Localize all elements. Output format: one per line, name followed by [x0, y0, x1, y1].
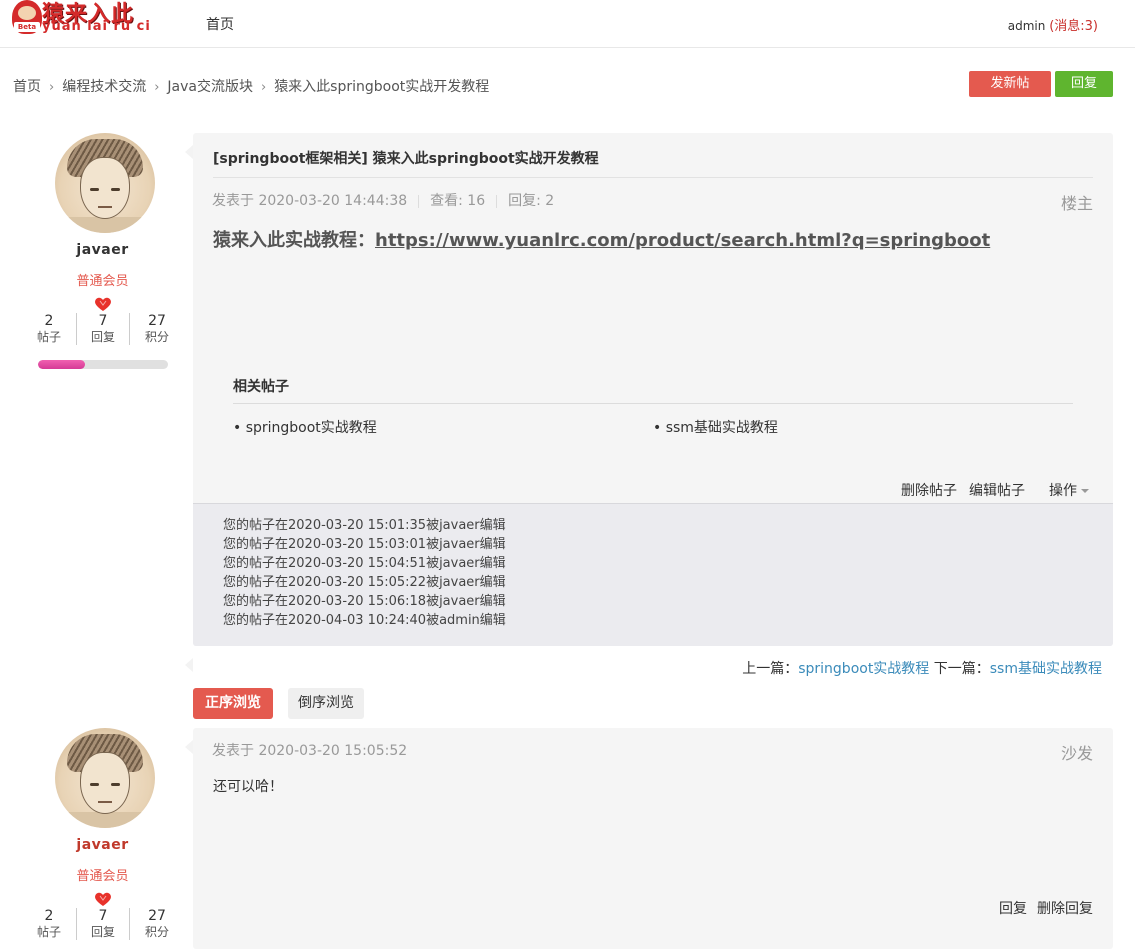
new-post-button[interactable]: 发新帖: [969, 71, 1051, 97]
reply-content: 还可以哈！: [213, 779, 283, 795]
floor-label: 沙发: [1060, 744, 1093, 763]
next-post-link[interactable]: ssm基础实战教程: [990, 661, 1102, 677]
sort-desc-button[interactable]: 倒序浏览: [288, 688, 364, 719]
heart-icon: [95, 297, 111, 311]
user-name-link[interactable]: admin: [1008, 19, 1046, 33]
user-area: admin (消息:3): [1008, 15, 1098, 34]
site-logo[interactable]: Beta 猿来入此 yuan lai ru ci: [12, 0, 152, 36]
stat-posts[interactable]: 2 帖子: [22, 908, 76, 940]
breadcrumb-current: 猿来入此springboot实战开发教程: [274, 79, 490, 95]
reply-author-name[interactable]: javaer: [0, 837, 205, 853]
post-meta: 发表于 2020-03-20 14:44:38 查看: 16 回复: 2: [212, 190, 554, 210]
related-post-link[interactable]: • springboot实战教程: [233, 417, 377, 437]
beta-badge: Beta: [14, 22, 40, 32]
post-title: [springboot框架相关] 猿来入此springboot实战开发教程: [213, 151, 599, 167]
post-replies: 回复: 2: [508, 193, 555, 209]
divider: [233, 403, 1073, 404]
avatar[interactable]: [55, 133, 155, 233]
panel-pointer: [185, 145, 193, 159]
post-time: 发表于 2020-03-20 14:44:38: [212, 193, 408, 209]
breadcrumb-separator: ›: [49, 80, 55, 95]
breadcrumb-home[interactable]: 首页: [13, 79, 41, 95]
stat-points[interactable]: 27 积分: [130, 908, 184, 940]
edit-log-entry: 您的帖子在2020-03-20 15:01:35被javaer编辑: [223, 518, 506, 533]
content-link[interactable]: https://www.yuanlrc.com/product/search.h…: [375, 230, 990, 251]
content-label: 猿来入此实战教程：: [213, 230, 375, 251]
logo-mascot-icon: Beta: [12, 0, 42, 34]
stat-points[interactable]: 27 积分: [130, 313, 184, 345]
breadcrumb-board[interactable]: Java交流版块: [167, 79, 253, 95]
related-post-link[interactable]: • ssm基础实战教程: [653, 417, 778, 437]
edit-log: 您的帖子在2020-03-20 15:01:35被javaer编辑 您的帖子在2…: [193, 503, 1113, 646]
stat-posts[interactable]: 2 帖子: [22, 313, 76, 345]
stat-replies[interactable]: 7 回复: [76, 313, 130, 345]
panel-pointer: [185, 740, 193, 754]
breadcrumb: 首页 › 编程技术交流 › Java交流版块 › 猿来入此springboot实战开发教程: [13, 76, 489, 96]
edit-log-entry: 您的帖子在2020-04-03 10:24:40被admin编辑: [223, 613, 506, 628]
edit-log-entry: 您的帖子在2020-03-20 15:06:18被javaer编辑: [223, 594, 506, 609]
divider: [213, 177, 1093, 178]
avatar[interactable]: [55, 728, 155, 828]
post-panel: [springboot框架相关] 猿来入此springboot实战开发教程 发表…: [193, 133, 1113, 646]
edit-log-entry: 您的帖子在2020-03-20 15:03:01被javaer编辑: [223, 537, 506, 552]
messages-link[interactable]: (消息:3): [1049, 19, 1098, 34]
level-progress-bar: [38, 360, 168, 369]
breadcrumb-separator: ›: [154, 80, 160, 95]
author-stats: 2 帖子 7 回复 27 积分: [22, 313, 184, 347]
post-ops: 删除帖子 编辑帖子 操作: [889, 480, 1089, 500]
reply-author-stats: 2 帖子 7 回复 27 积分: [22, 908, 184, 942]
reply-button[interactable]: 回复: [1055, 71, 1113, 97]
reply-author-role: 普通会员: [76, 869, 129, 884]
post-views: 查看: 16: [430, 193, 486, 209]
prev-post-link[interactable]: springboot实战教程: [798, 661, 929, 677]
delete-post-button[interactable]: 删除帖子: [901, 483, 957, 499]
floor-label: 楼主: [1060, 194, 1093, 213]
edit-log-entry: 您的帖子在2020-03-20 15:04:51被javaer编辑: [223, 556, 506, 571]
prev-next-nav: 上一篇：springboot实战教程 下一篇：ssm基础实战教程: [742, 661, 1102, 677]
sort-asc-button[interactable]: 正序浏览: [193, 688, 273, 719]
reply-panel: 发表于 2020-03-20 15:05:52 沙发 还可以哈！ 回复 删除回复: [193, 728, 1113, 949]
top-navbar: Beta 猿来入此 yuan lai ru ci 首页 admin (消息:3): [0, 0, 1135, 48]
reply-ops: 回复 删除回复: [989, 898, 1093, 918]
author-name[interactable]: javaer: [0, 242, 205, 258]
reply-time: 发表于 2020-03-20 15:05:52: [212, 743, 408, 759]
reply-to-button[interactable]: 回复: [999, 901, 1027, 917]
delete-reply-button[interactable]: 删除回复: [1037, 901, 1093, 917]
nav-home-link[interactable]: 首页: [206, 14, 234, 34]
breadcrumb-category[interactable]: 编程技术交流: [62, 79, 146, 95]
caret-down-icon: [1081, 489, 1089, 493]
related-posts-title: 相关帖子: [233, 379, 289, 395]
heart-icon: [95, 892, 111, 906]
edit-post-button[interactable]: 编辑帖子: [969, 483, 1025, 499]
edit-log-entry: 您的帖子在2020-03-20 15:05:22被javaer编辑: [223, 575, 506, 590]
author-role: 普通会员: [76, 274, 129, 289]
panel-pointer: [185, 658, 193, 672]
post-content: 猿来入此实战教程：https://www.yuanlrc.com/product…: [213, 226, 990, 252]
stat-replies[interactable]: 7 回复: [76, 908, 130, 940]
level-progress-fill: [38, 360, 85, 369]
logo-text-en: yuan lai ru ci: [42, 19, 151, 34]
breadcrumb-separator: ›: [260, 80, 267, 95]
more-ops-dropdown[interactable]: 操作: [1037, 483, 1089, 499]
